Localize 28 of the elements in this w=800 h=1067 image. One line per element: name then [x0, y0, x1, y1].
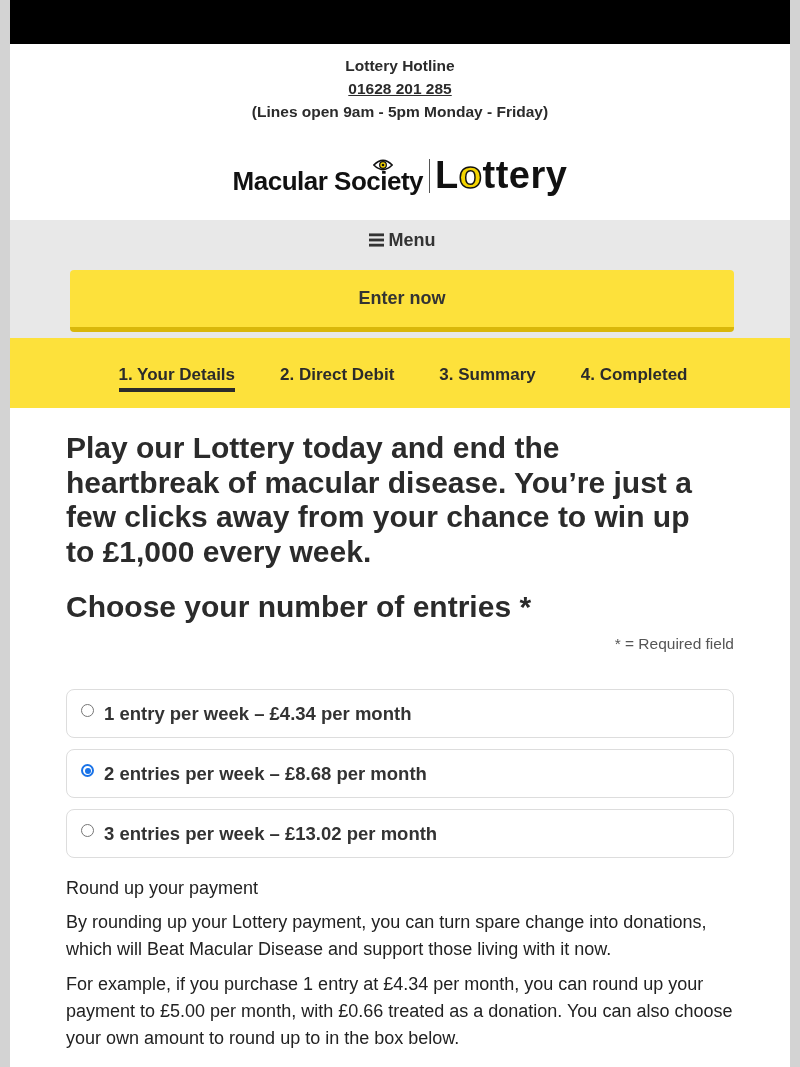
step-tab[interactable]: 4. Completed: [580, 360, 688, 392]
entry-option[interactable]: 3 entries per week – £13.02 per month: [66, 809, 734, 858]
entry-option[interactable]: 2 entries per week – £8.68 per month: [66, 749, 734, 798]
phone-link[interactable]: 01628 201 285: [348, 77, 452, 100]
menu-button[interactable]: Menu: [368, 228, 436, 252]
enter-now-button[interactable]: Enter now: [70, 270, 734, 332]
round-up-paragraph: For example, if you purchase 1 entry at £4.34 per month, you can round up your payment to £5.00 per month, with £0.66 treated as a donation. You can also choose your own amount to round up to in the box below.: [66, 973, 734, 1050]
entry-option[interactable]: 1 entry per week – £4.34 per month: [66, 689, 734, 738]
option-label: 2 entries per week – £8.68 per month: [104, 761, 427, 786]
option-radio[interactable]: [81, 824, 94, 837]
step-tab[interactable]: 3. Summary: [439, 360, 536, 392]
step-tab[interactable]: 2. Direct Debit: [280, 360, 395, 392]
step-tab[interactable]: 1. Your Details: [118, 360, 236, 392]
round-up-heading: Round up your payment: [66, 877, 260, 900]
menu-icon: [368, 233, 384, 247]
society-wordmark: Macular Society: [232, 167, 424, 195]
option-label: 3 entries per week – £13.02 per month: [104, 821, 438, 846]
option-label: 1 entry per week – £4.34 per month: [104, 701, 412, 726]
round-up-paragraph: By rounding up your Lottery payment, you can turn spare change into donations, which will Beat Macular Disease and support those living with it now.: [66, 910, 708, 961]
opening-hours: (Lines open 9am - 5pm Monday - Friday): [251, 102, 549, 122]
hotline-title: Lottery Hotline: [345, 56, 455, 76]
eye-icon: [372, 159, 393, 171]
required-field-note: * = Required field: [614, 634, 734, 654]
option-radio[interactable]: [81, 764, 94, 777]
option-radio[interactable]: [81, 704, 94, 717]
lottery-wordmark: Lottery: [435, 155, 568, 195]
entries-heading: Choose your number of entries *: [66, 589, 533, 625]
intro-heading: Play our Lottery today and end the heartbreak of macular disease. You’re just a few clicks away from your chance to win up to £1,000 every week.: [66, 431, 693, 569]
